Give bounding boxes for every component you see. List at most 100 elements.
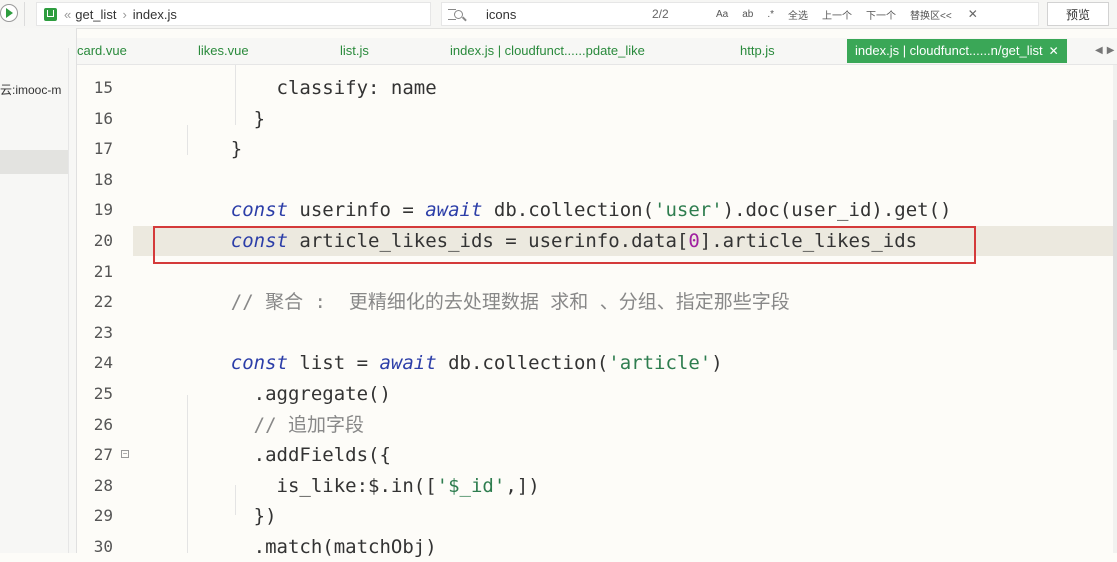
code-text: const userinfo = await db.collection('us… (185, 195, 952, 225)
close-icon[interactable]: ✕ (968, 7, 978, 21)
code-line[interactable]: 27− .addFields({ (77, 440, 1117, 470)
code-line[interactable]: 22 // 聚合 : 更精细化的去处理数据 求和 、分组、指定那些字段 (77, 287, 1117, 317)
regex-button[interactable]: .* (767, 9, 774, 20)
code-token: 'user' (654, 199, 723, 222)
line-number: 18 (93, 169, 113, 189)
code-token: 'article' (608, 352, 712, 375)
code-line[interactable]: 24 const list = await db.collection('art… (77, 348, 1117, 378)
code-text: .addFields({ (185, 440, 391, 470)
line-number: 22 (93, 292, 113, 312)
line-number: 27 (93, 445, 113, 465)
line-number: 23 (93, 322, 113, 342)
breadcrumb-item-folder[interactable]: get_list (75, 7, 116, 22)
code-text: .aggregate() (185, 379, 391, 409)
replace-toggle-button[interactable]: 替换区<< (910, 7, 952, 22)
whole-word-button[interactable]: ab (742, 9, 753, 20)
code-token: await (379, 352, 437, 375)
code-token: classify: name (185, 77, 437, 99)
breadcrumb-back-icon[interactable]: « (64, 7, 71, 22)
search-icon (448, 6, 467, 22)
tab-index-js-update-like[interactable]: index.js | cloudfunct......pdate_like (450, 38, 645, 64)
search-input[interactable] (484, 5, 638, 23)
line-number: 26 (93, 414, 113, 434)
code-text: .match(matchObj) (185, 532, 437, 562)
fold-toggle-icon[interactable]: − (121, 450, 129, 459)
line-number: 24 (93, 353, 113, 373)
line-number: 21 (93, 261, 113, 281)
find-bar: 2/2 Aa ab .* 全选 上一个 下一个 替换区<< ✕ (441, 2, 1039, 26)
line-number: 19 (93, 200, 113, 220)
code-editor[interactable]: 15 classify: name 16 } 17 } 18 19 const user… (77, 65, 1117, 558)
code-text: } (185, 104, 265, 134)
tab-scroll-arrows-icon[interactable]: ◀▶ (1095, 38, 1117, 64)
code-text: is_like:$.in(['$_id',]) (185, 471, 540, 501)
code-line[interactable]: 18 (77, 165, 1117, 195)
code-token: userinfo = (287, 199, 426, 222)
code-line[interactable]: 25 .aggregate() (77, 379, 1117, 409)
code-line[interactable]: 26 // 追加字段 (77, 410, 1117, 440)
divider (24, 2, 25, 26)
sidebar-item-cloud[interactable]: 云:imooc-m (0, 81, 76, 98)
tab-list-js[interactable]: list.js (340, 38, 369, 64)
code-token: .addFields({ (185, 444, 391, 467)
select-all-button[interactable]: 全选 (788, 7, 808, 22)
code-line[interactable]: 15 classify: name (77, 73, 1117, 103)
line-number: 16 (93, 108, 113, 128)
code-line[interactable]: 16 } (77, 104, 1117, 134)
code-line[interactable]: 23 (77, 318, 1117, 348)
project-icon (44, 7, 57, 21)
code-token: ).doc(user_id).get() (722, 199, 952, 222)
preview-button[interactable]: 预览 (1047, 2, 1109, 26)
scrollbar-thumb[interactable] (1113, 120, 1117, 350)
tab-label: index.js | cloudfunct......n/get_list (855, 43, 1043, 58)
code-line[interactable]: 29 }) (77, 501, 1117, 531)
code-line[interactable]: 19 const userinfo = await db.collection(… (77, 195, 1117, 225)
code-line[interactable]: 30 .match(matchObj) (77, 532, 1117, 562)
code-line[interactable]: 28 is_like:$.in(['$_id',]) (77, 471, 1117, 501)
code-text: classify: name (185, 73, 437, 103)
project-sidebar: 云:imooc-m (0, 28, 77, 553)
tab-likes-vue[interactable]: likes.vue (198, 38, 249, 64)
code-token: // 追加字段 (185, 413, 364, 436)
line-number: 15 (93, 78, 113, 97)
breadcrumb: « get_list › index.js (36, 2, 431, 26)
editor-tab-bar: card.vue likes.vue list.js index.js | cl… (77, 38, 1117, 65)
code-token: }) (185, 505, 277, 528)
code-line[interactable]: 17 } (77, 134, 1117, 164)
code-token: '$_id' (436, 474, 506, 497)
line-number: 29 (93, 506, 113, 526)
run-icon[interactable] (0, 4, 18, 22)
code-token: db.collection( (436, 352, 609, 375)
breadcrumb-item-file[interactable]: index.js (133, 7, 177, 22)
chevron-right-icon: › (122, 6, 127, 22)
code-token: ,]) (505, 474, 540, 497)
highlight-annotation-box (153, 226, 976, 264)
code-token: .match(matchObj) (185, 536, 437, 558)
previous-match-button[interactable]: 上一个 (822, 7, 852, 22)
tab-http-js[interactable]: http.js (740, 38, 775, 64)
code-token: ) (711, 352, 723, 375)
tab-card-vue[interactable]: card.vue (77, 38, 127, 64)
code-token: is_like:$.in([ (185, 474, 437, 497)
code-token: // 聚合 : 更精细化的去处理数据 求和 、分组、指定那些字段 (185, 291, 790, 314)
match-case-button[interactable]: Aa (716, 9, 728, 20)
divider (68, 48, 69, 553)
top-toolbar: « get_list › index.js 2/2 Aa ab .* 全选 上一… (0, 0, 1117, 29)
sidebar-item-selected[interactable] (0, 150, 68, 174)
code-token: await (425, 199, 483, 222)
code-token: const (185, 199, 288, 222)
line-number: 20 (93, 231, 113, 250)
code-text: } (185, 134, 242, 164)
tab-index-js-get-list[interactable]: index.js | cloudfunct......n/get_list ✕ (847, 39, 1067, 63)
code-text: }) (185, 501, 277, 531)
match-count: 2/2 (652, 7, 669, 21)
next-match-button[interactable]: 下一个 (866, 7, 896, 22)
code-token: db.collection( (482, 199, 655, 222)
line-number: 17 (93, 139, 113, 159)
code-text: // 聚合 : 更精细化的去处理数据 求和 、分组、指定那些字段 (185, 287, 790, 317)
code-token: const (185, 352, 288, 375)
code-text: const list = await db.collection('articl… (185, 348, 723, 378)
code-token: } (185, 138, 243, 161)
close-icon[interactable]: ✕ (1049, 44, 1059, 58)
line-number: 30 (93, 537, 113, 556)
